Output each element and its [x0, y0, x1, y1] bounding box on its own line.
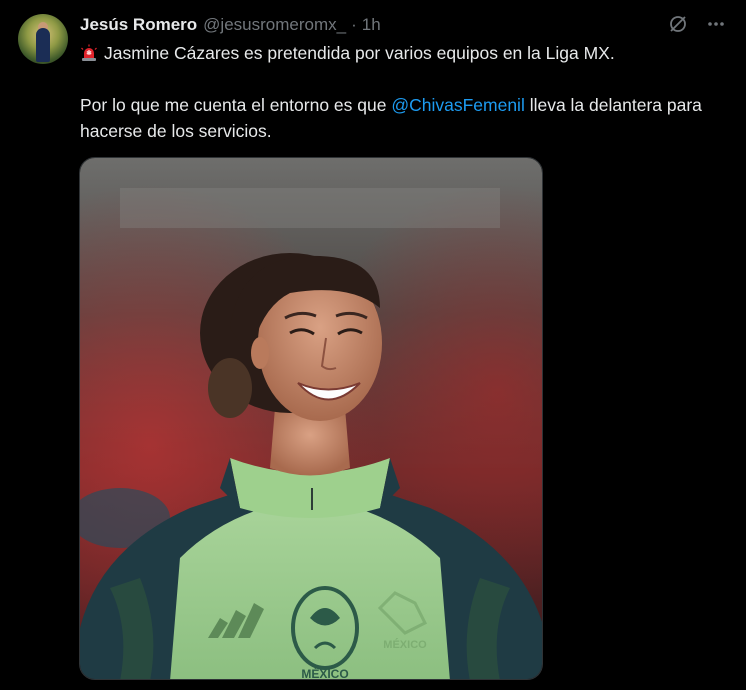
separator-dot: ·: [351, 15, 357, 34]
tweet-paragraph-1: Jasmine Cázares es pretendida por varios…: [80, 40, 730, 66]
author-name[interactable]: Jesús Romero: [80, 15, 197, 35]
more-icon[interactable]: [704, 12, 728, 36]
author-avatar[interactable]: [18, 14, 68, 64]
photo-illustration: MÉXICO MÉXICO: [80, 158, 542, 680]
tweet-paragraph-2: Por lo que me cuenta el entorno es que @…: [80, 92, 730, 144]
tweet-time[interactable]: 1h: [362, 15, 381, 35]
siren-emoji-icon: [80, 43, 98, 61]
tweet-actions-top: [666, 12, 728, 36]
tweet-photo[interactable]: MÉXICO MÉXICO: [79, 157, 543, 680]
paragraph-1-text: Jasmine Cázares es pretendida por varios…: [104, 43, 615, 63]
avatar-figure: [36, 28, 50, 62]
paragraph-2-before: Por lo que me cuenta el entorno es que: [80, 95, 392, 115]
mention-link[interactable]: @ChivasFemenil: [391, 95, 525, 115]
jersey-text-right: MÉXICO: [383, 638, 427, 651]
tweet-header: Jesús Romero @jesusromeromx_ · 1h: [80, 14, 381, 36]
tweet: Jesús Romero @jesusromeromx_ · 1h Jasmin…: [0, 0, 746, 690]
grok-icon[interactable]: [666, 12, 690, 36]
jersey-text: MÉXICO: [301, 666, 348, 680]
author-handle[interactable]: @jesusromeromx_: [203, 15, 346, 35]
tweet-text: Jasmine Cázares es pretendida por varios…: [80, 40, 730, 144]
